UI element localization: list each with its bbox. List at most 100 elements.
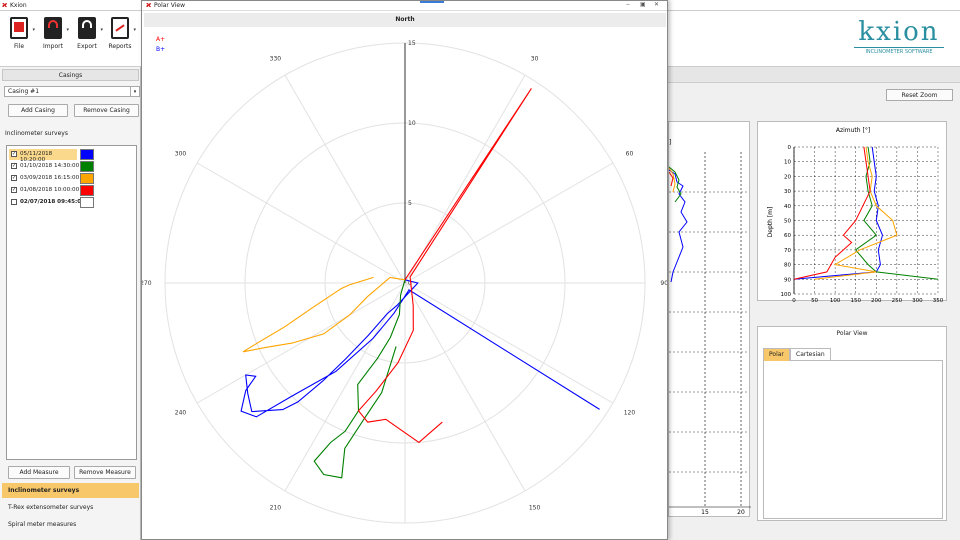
- angle-label: 90: [660, 280, 667, 287]
- app-window: ϰ Kxion File ▾ Import ▾ Export ▾ Reports…: [0, 0, 960, 540]
- checkbox[interactable]: ✓: [11, 175, 17, 181]
- polar-spoke: [404, 162, 614, 284]
- y-tick-label: 0: [788, 145, 792, 151]
- polar-window-titlebar[interactable]: ϰ Polar View ‒ ▣ ✕: [142, 1, 667, 11]
- legend-item: A+: [156, 36, 165, 43]
- export-folder-icon: [78, 17, 96, 39]
- casings-header: Casings: [2, 69, 139, 81]
- x-tick-label: 300: [912, 298, 923, 302]
- y-tick-label: 20: [784, 174, 791, 180]
- series-line-3: [357, 88, 532, 444]
- minimize-icon[interactable]: ‒: [626, 1, 630, 8]
- export-button[interactable]: Export ▾: [71, 17, 103, 50]
- checkbox[interactable]: ✓: [11, 187, 17, 193]
- x-tick-label: 350: [933, 298, 944, 302]
- color-swatch[interactable]: [80, 149, 94, 160]
- azimuth-chart-panel[interactable]: Azimuth [°] Depth [m] 0 10 20 30 40 50 60 70 80 90 1…: [757, 121, 947, 304]
- polar-view-window[interactable]: ϰ Polar View ‒ ▣ ✕ North 030609012015018…: [141, 0, 668, 540]
- list-item[interactable]: ✓ 01/10/2018 14:30:00: [9, 161, 134, 172]
- polar-spoke: [196, 162, 406, 284]
- reset-zoom-button[interactable]: Reset Zoom: [886, 89, 953, 101]
- list-item[interactable]: ✓ 01/08/2018 10:00:00: [9, 185, 134, 196]
- brand-logo: kxion INCLINOMETER SOFTWARE: [844, 17, 954, 55]
- x-tick-label: 0: [792, 298, 796, 302]
- nav-spiral-meter[interactable]: Spiral meter measures: [2, 517, 139, 532]
- file-button[interactable]: File ▾: [3, 17, 35, 50]
- file-icon: [10, 17, 28, 39]
- checkbox[interactable]: ✓: [11, 151, 17, 157]
- chevron-down-icon[interactable]: ▾: [130, 87, 139, 96]
- y-tick-label: 50: [784, 219, 791, 225]
- left-panel: Casings Casing #1 ▾ Add Casing Remove Ca…: [0, 67, 141, 540]
- import-button[interactable]: Import ▾: [37, 17, 69, 50]
- surveys-list[interactable]: ✓ 05/11/2018 10:20:00 ✓ 01/10/2018 14:30…: [6, 145, 137, 460]
- close-icon[interactable]: ✕: [654, 1, 659, 8]
- nav-trex-surveys[interactable]: T-Rex extensometer surveys: [2, 500, 139, 515]
- checkbox[interactable]: [11, 199, 17, 205]
- app-title: Kxion: [10, 2, 27, 9]
- y-tick-label: 30: [784, 189, 791, 195]
- angle-label: 330: [270, 56, 282, 63]
- app-logo-icon: ϰ: [2, 1, 8, 9]
- chevron-down-icon: ▾: [100, 27, 103, 33]
- polar-view-title: Polar View: [836, 330, 868, 337]
- list-item[interactable]: ✓ 03/09/2018 16:15:00: [9, 173, 134, 184]
- y-tick-label: 40: [784, 204, 791, 210]
- displacement-chart: 15 20 ]: [668, 139, 751, 516]
- checkbox[interactable]: ✓: [11, 163, 17, 169]
- y-tick-label: 90: [784, 277, 791, 283]
- angle-label: 300: [175, 150, 187, 157]
- depth-axis-label: Depth [m]: [767, 207, 774, 238]
- polar-tabs: Polar Cartesian: [763, 347, 943, 361]
- angle-label: 150: [529, 504, 541, 511]
- polar-spoke: [404, 282, 526, 492]
- import-folder-icon: [44, 17, 62, 39]
- list-item[interactable]: ✓ 05/11/2018 10:20:00: [9, 149, 77, 163]
- chevron-down-icon: ▾: [66, 27, 69, 33]
- y-tick-label: 60: [784, 233, 791, 239]
- radial-label: 10: [408, 120, 416, 127]
- tab-cartesian[interactable]: Cartesian: [790, 348, 831, 361]
- reports-button[interactable]: Reports ▾: [104, 17, 136, 50]
- color-swatch[interactable]: [80, 197, 94, 208]
- surveys-label: Inclinometer surveys: [5, 130, 68, 137]
- x-tick-label: 100: [830, 298, 841, 302]
- tab-polar[interactable]: Polar: [763, 348, 790, 361]
- radial-label: 15: [408, 40, 416, 47]
- y-tick-label: 80: [784, 263, 791, 269]
- x-tick-label: 20: [737, 509, 745, 516]
- polar-header: North: [144, 13, 666, 27]
- maximize-icon[interactable]: ▣: [640, 1, 646, 8]
- polar-spoke: [284, 74, 406, 284]
- polar-tab-body: [763, 361, 943, 519]
- radial-label: 5: [408, 200, 412, 207]
- angle-label: 120: [624, 410, 636, 417]
- polar-view-panel: Polar View Polar Cartesian: [757, 326, 947, 521]
- series-line-0: [240, 279, 600, 418]
- add-casing-button[interactable]: Add Casing: [8, 104, 68, 117]
- chevron-down-icon: ▾: [133, 27, 136, 33]
- focus-indicator: [420, 1, 444, 3]
- app-logo-icon: ϰ: [146, 1, 152, 9]
- report-chart-icon: [111, 17, 129, 39]
- color-swatch[interactable]: [80, 161, 94, 172]
- angle-label: 240: [175, 410, 187, 417]
- displacement-chart-panel[interactable]: 15 20 ]: [668, 121, 751, 517]
- color-swatch[interactable]: [80, 185, 94, 196]
- polar-plot[interactable]: 0306090120150180210240270300330051015A+B…: [142, 29, 667, 539]
- polar-spoke: [404, 282, 614, 404]
- color-swatch[interactable]: [80, 173, 94, 184]
- azimuth-chart-title: Azimuth [°]: [836, 127, 870, 134]
- add-measure-button[interactable]: Add Measure: [8, 466, 70, 479]
- azimuth-profile: [793, 146, 871, 280]
- series-line-2: [242, 276, 406, 353]
- brand-name: kxion: [858, 17, 940, 47]
- remove-casing-button[interactable]: Remove Casing: [74, 104, 139, 117]
- casing-select[interactable]: Casing #1 ▾: [4, 86, 140, 97]
- angle-label: 210: [270, 504, 282, 511]
- list-item[interactable]: 02/07/2018 09:45:00: [9, 197, 134, 208]
- nav-inclinometer-surveys[interactable]: Inclinometer surveys: [2, 483, 139, 498]
- y-tick-label: 100: [781, 292, 792, 298]
- right-panel: Reset Zoom 15 20 ] Azimuth [°] Depth [m]…: [668, 67, 960, 540]
- remove-measure-button[interactable]: Remove Measure: [74, 466, 136, 479]
